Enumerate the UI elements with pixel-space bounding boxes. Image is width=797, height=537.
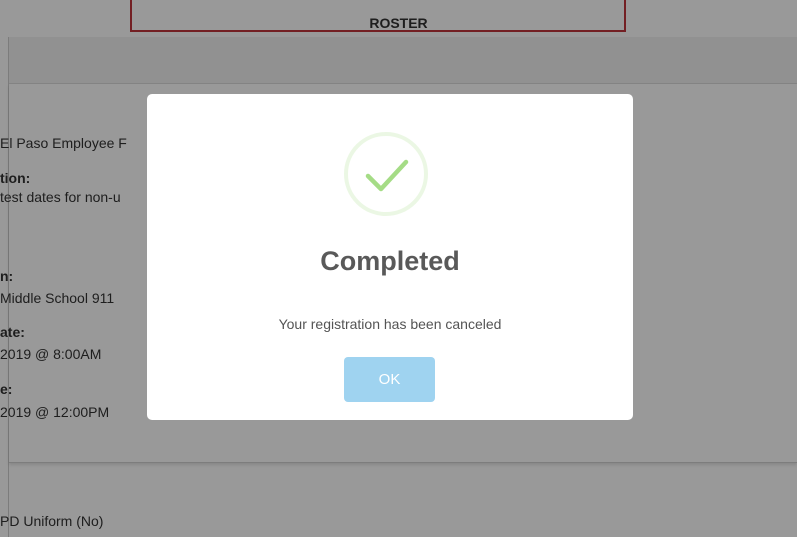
- completed-dialog: Completed Your registration has been can…: [147, 94, 633, 420]
- checkmark-circle-icon: [344, 132, 428, 216]
- dialog-message: Your registration has been canceled: [278, 316, 502, 332]
- ok-button[interactable]: OK: [344, 357, 435, 402]
- dialog-title: Completed: [320, 246, 460, 276]
